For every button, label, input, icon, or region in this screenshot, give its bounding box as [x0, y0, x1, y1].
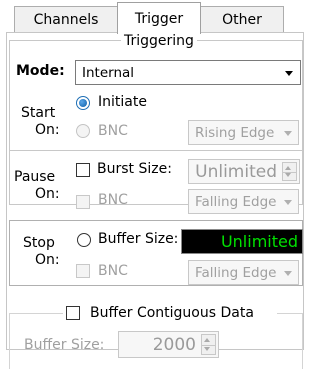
- chevron-down-icon: [284, 199, 292, 205]
- buffer-size-spinner[interactable]: 2000: [118, 331, 219, 358]
- chevron-down-icon: [285, 70, 293, 76]
- start-initiate-radio[interactable]: [76, 96, 90, 110]
- pause-burst-spinner[interactable]: Unlimited: [188, 159, 300, 184]
- start-on-label: On:: [35, 122, 60, 138]
- spinner-arrows-icon[interactable]: [201, 334, 216, 355]
- buffer-contiguous-checkbox[interactable]: [66, 306, 80, 320]
- buffer-size-value: 2000: [152, 334, 196, 355]
- stop-edge-select[interactable]: Falling Edge: [188, 260, 299, 285]
- stop-bnc-label: BNC: [98, 263, 128, 279]
- stop-buffer-display: Unlimited: [181, 229, 303, 254]
- start-initiate-label: Initiate: [98, 94, 147, 110]
- pause-edge-value: Falling Edge: [195, 193, 277, 210]
- tab-channels-label: Channels: [33, 11, 99, 28]
- mode-select[interactable]: Internal: [75, 60, 301, 85]
- pause-burst-value: Unlimited: [195, 161, 277, 182]
- chevron-down-icon: [284, 270, 292, 276]
- tab-channels[interactable]: Channels: [14, 6, 118, 32]
- start-bnc-radio[interactable]: [76, 124, 90, 138]
- tab-other[interactable]: Other: [200, 6, 284, 32]
- chevron-down-icon: [284, 130, 292, 136]
- start-bnc-label: BNC: [98, 123, 128, 139]
- mode-label: Mode:: [16, 63, 65, 79]
- stop-bnc-checkbox[interactable]: [76, 264, 90, 278]
- pause-burst-label: Burst Size:: [97, 161, 172, 177]
- stop-buffer-label: Buffer Size:: [98, 231, 179, 247]
- pause-edge-select[interactable]: Falling Edge: [188, 189, 299, 214]
- pause-label: Pause: [14, 169, 56, 185]
- buffer-contiguous-label: Buffer Contiguous Data: [90, 305, 254, 321]
- stop-edge-value: Falling Edge: [195, 264, 277, 281]
- pause-on-label: On:: [35, 186, 60, 202]
- mode-select-value: Internal: [82, 64, 135, 81]
- start-label: Start: [21, 105, 56, 121]
- stop-buffer-radio[interactable]: [77, 233, 91, 247]
- stop-on-label: On:: [35, 252, 60, 268]
- start-edge-value: Rising Edge: [195, 124, 275, 141]
- stop-buffer-value: Unlimited: [220, 232, 298, 251]
- stop-label: Stop: [23, 235, 55, 251]
- triggering-group-title: Triggering: [121, 31, 197, 51]
- pause-burst-checkbox[interactable]: [76, 163, 90, 177]
- pause-bnc-label: BNC: [98, 192, 128, 208]
- tab-trigger-label: Trigger: [134, 10, 184, 27]
- buffer-size-label: Buffer Size:: [24, 337, 105, 353]
- start-edge-select[interactable]: Rising Edge: [188, 120, 299, 145]
- tab-other-label: Other: [222, 11, 262, 28]
- tab-trigger[interactable]: Trigger: [117, 2, 201, 34]
- pause-bnc-checkbox[interactable]: [76, 195, 90, 209]
- spinner-arrows-icon[interactable]: [282, 162, 297, 181]
